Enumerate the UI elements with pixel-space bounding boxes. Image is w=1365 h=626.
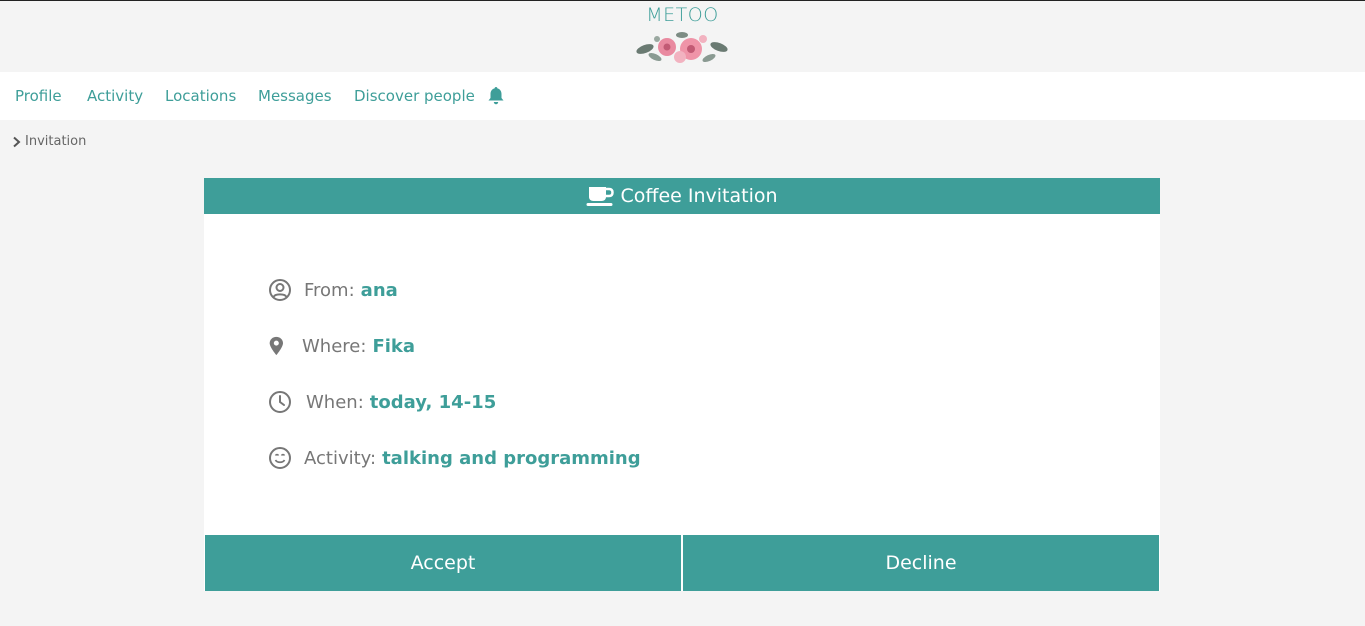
activity-label: Activity: [304,447,377,469]
invitation-where-row: Where: Fika [268,334,415,358]
invitation-when-row: When: today, 14-15 [268,390,496,414]
from-label: From: [304,279,355,301]
when-label: When: [306,391,364,413]
main-nav: Profile Activity Locations Messages Disc… [0,72,1365,120]
breadcrumb-current[interactable]: Invitation [25,134,86,149]
invitation-title: Coffee Invitation [620,185,778,207]
clock-icon [269,391,291,413]
header: METOO [0,1,1365,72]
invitation-from-row: From: ana [268,278,398,302]
accept-button[interactable]: Accept [205,535,681,591]
invitation-header: Coffee Invitation [204,178,1160,214]
user-circle-icon [269,279,291,301]
nav-item-activity[interactable]: Activity [87,87,143,105]
nav-item-messages[interactable]: Messages [258,87,332,105]
from-value: ana [360,279,398,301]
nav-item-profile[interactable]: Profile [15,87,62,105]
bell-icon[interactable] [487,86,505,106]
coffee-cup-icon [586,187,615,206]
map-pin-icon [269,336,283,356]
flower-logo-icon [636,32,728,63]
decline-button[interactable]: Decline [683,535,1159,591]
brand-title: METOO [646,4,719,26]
invitation-activity-row: Activity: talking and programming [268,446,641,470]
smile-icon [269,447,291,469]
when-value: today, 14-15 [369,391,497,413]
activity-value: talking and programming [382,447,641,469]
nav-item-locations[interactable]: Locations [165,87,236,105]
invitation-card: Coffee Invitation From: ana Where: Fika … [204,178,1160,591]
chevron-right-icon [13,136,21,147]
breadcrumb: Invitation [12,134,86,149]
where-value: Fika [372,335,416,357]
nav-item-discover-people[interactable]: Discover people [354,87,475,105]
where-label: Where: [302,335,367,357]
